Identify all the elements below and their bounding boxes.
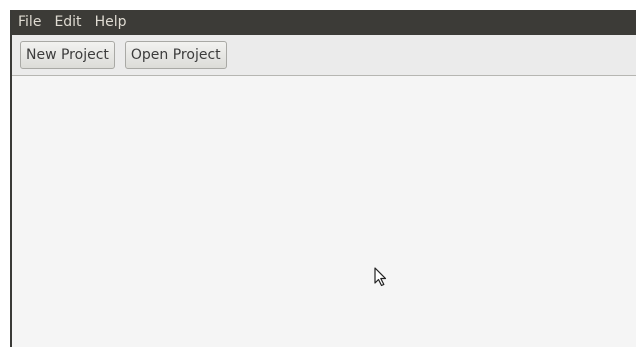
open-project-button[interactable]: Open Project — [124, 41, 227, 69]
window-left-border — [10, 10, 12, 347]
new-project-button[interactable]: New Project — [20, 41, 115, 69]
menu-bar: File Edit Help — [10, 10, 636, 35]
menu-help[interactable]: Help — [95, 10, 127, 35]
main-content-area — [10, 76, 636, 347]
toolbar: New Project Open Project — [10, 35, 636, 76]
menu-file[interactable]: File — [18, 10, 41, 35]
app-window: File Edit Help New Project Open Project — [10, 10, 636, 347]
mouse-pointer-icon — [374, 267, 387, 287]
menu-edit[interactable]: Edit — [54, 10, 81, 35]
